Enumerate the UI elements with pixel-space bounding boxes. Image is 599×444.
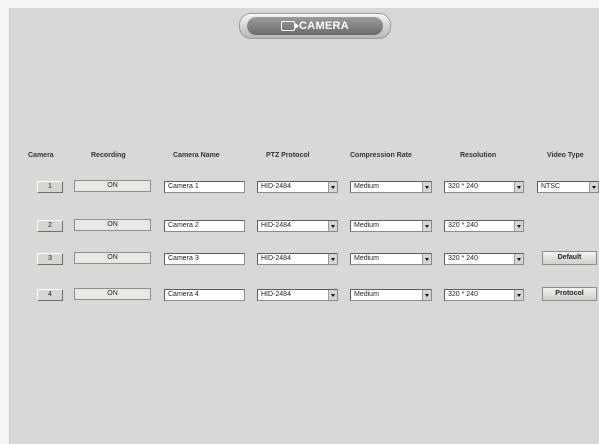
camera-1-resolution-value: 320 * 240 bbox=[448, 183, 478, 190]
camera-2-ptz-select[interactable]: HID-2484 bbox=[257, 220, 338, 232]
camera-2-button[interactable]: 2 bbox=[37, 220, 63, 232]
chevron-down-icon[interactable] bbox=[328, 254, 337, 264]
chevron-down-icon[interactable] bbox=[422, 182, 431, 192]
camera-1-ptz-value: HID-2484 bbox=[261, 183, 291, 190]
camera-3-resolution-value: 320 * 240 bbox=[448, 255, 478, 262]
camera-3-recording-status[interactable]: ON bbox=[74, 252, 151, 264]
camera-1-compression-select[interactable]: Medium bbox=[350, 181, 432, 193]
chevron-down-icon[interactable] bbox=[514, 254, 523, 264]
camera-1-name-field[interactable]: Camera 1 bbox=[164, 181, 245, 193]
camera-4-name-field[interactable]: Camera 4 bbox=[164, 289, 245, 301]
chevron-down-icon[interactable] bbox=[589, 182, 598, 192]
camera-4-resolution-select[interactable]: 320 * 240 bbox=[444, 289, 524, 301]
camera-2-name-field[interactable]: Camera 2 bbox=[164, 220, 245, 232]
column-header-camera: Camera bbox=[28, 152, 54, 159]
camera-3-resolution-select[interactable]: 320 * 240 bbox=[444, 253, 524, 265]
camera-3-name-field[interactable]: Camera 3 bbox=[164, 253, 245, 265]
chevron-down-icon[interactable] bbox=[514, 182, 523, 192]
chevron-down-icon[interactable] bbox=[422, 221, 431, 231]
camera-1-compression-value: Medium bbox=[354, 183, 379, 190]
chevron-down-icon[interactable] bbox=[514, 221, 523, 231]
chevron-down-icon[interactable] bbox=[422, 254, 431, 264]
camera-2-resolution-select[interactable]: 320 * 240 bbox=[444, 220, 524, 232]
column-header-recording: Recording bbox=[91, 152, 126, 159]
camera-3-compression-value: Medium bbox=[354, 255, 379, 262]
chevron-down-icon[interactable] bbox=[422, 290, 431, 300]
camera-1-resolution-select[interactable]: 320 * 240 bbox=[444, 181, 524, 193]
default-button[interactable]: Default bbox=[542, 251, 597, 265]
camera-2-compression-value: Medium bbox=[354, 222, 379, 229]
camera-3-ptz-value: HID-2484 bbox=[261, 255, 291, 262]
camera-3-ptz-select[interactable]: HID-2484 bbox=[257, 253, 338, 265]
camera-1-recording-status[interactable]: ON bbox=[74, 180, 151, 192]
camera-4-ptz-value: HID-2484 bbox=[261, 291, 291, 298]
camera-4-ptz-select[interactable]: HID-2484 bbox=[257, 289, 338, 301]
camera-1-button[interactable]: 1 bbox=[37, 181, 63, 193]
column-header-camera-name: Camera Name bbox=[173, 152, 220, 159]
camera-4-compression-select[interactable]: Medium bbox=[350, 289, 432, 301]
camera-2-resolution-value: 320 * 240 bbox=[448, 222, 478, 229]
camera-4-resolution-value: 320 * 240 bbox=[448, 291, 478, 298]
camera-4-compression-value: Medium bbox=[354, 291, 379, 298]
column-header-compression-rate: Compression Rate bbox=[350, 152, 412, 159]
camera-1-ptz-select[interactable]: HID-2484 bbox=[257, 181, 338, 193]
camera-4-button[interactable]: 4 bbox=[37, 289, 63, 301]
camera-3-compression-select[interactable]: Medium bbox=[350, 253, 432, 265]
camera-3-button[interactable]: 3 bbox=[37, 253, 63, 265]
chevron-down-icon[interactable] bbox=[328, 182, 337, 192]
chevron-down-icon[interactable] bbox=[514, 290, 523, 300]
page-title: CAMERA bbox=[298, 20, 350, 32]
chevron-down-icon[interactable] bbox=[328, 221, 337, 231]
camera-icon bbox=[280, 21, 299, 31]
camera-2-compression-select[interactable]: Medium bbox=[350, 220, 432, 232]
camera-title-banner: CAMERA bbox=[239, 13, 391, 39]
column-header-ptz-protocol: PTZ Protocol bbox=[266, 152, 310, 159]
camera-2-ptz-value: HID-2484 bbox=[261, 222, 291, 229]
camera-2-recording-status[interactable]: ON bbox=[74, 219, 151, 231]
protocol-button[interactable]: Protocol bbox=[542, 287, 597, 301]
chevron-down-icon[interactable] bbox=[328, 290, 337, 300]
camera-4-recording-status[interactable]: ON bbox=[74, 288, 151, 300]
column-header-resolution: Resolution bbox=[460, 152, 497, 159]
video-type-select[interactable]: NTSC bbox=[537, 181, 599, 193]
video-type-value: NTSC bbox=[541, 183, 561, 190]
column-header-video-type: Video Type bbox=[547, 152, 584, 159]
